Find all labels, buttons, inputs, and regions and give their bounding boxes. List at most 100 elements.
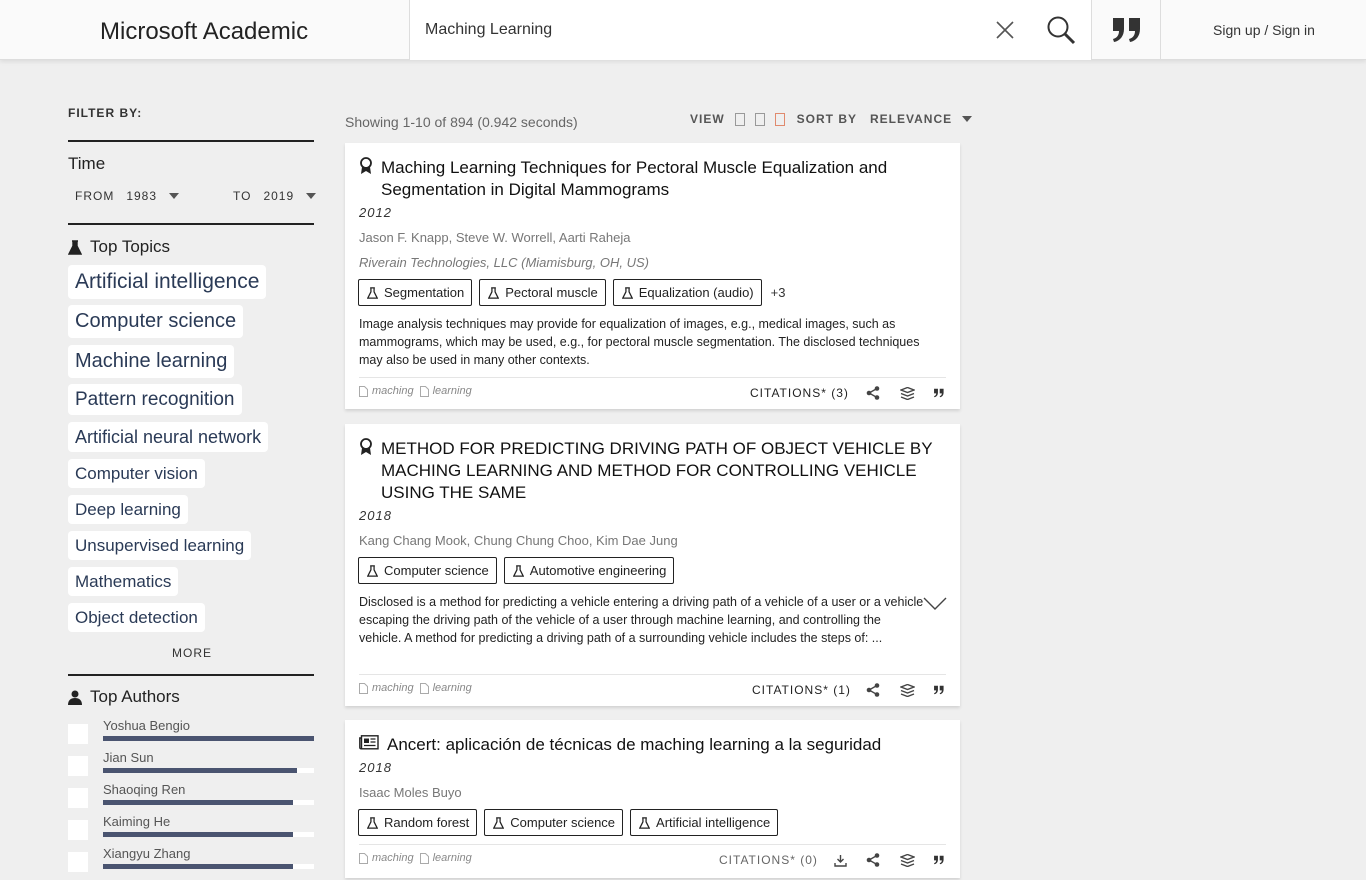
flask-icon bbox=[488, 286, 500, 299]
topic-tag[interactable]: Automotive engineering bbox=[503, 557, 675, 584]
author-filter-item[interactable]: Shaoqing Ren bbox=[68, 782, 314, 812]
citations-link[interactable]: CITATIONS* (1) bbox=[752, 683, 851, 697]
paper-title-row[interactable]: Ancert: aplicación de técnicas de machin… bbox=[359, 734, 939, 756]
topic-item[interactable]: Unsupervised learning bbox=[68, 531, 252, 560]
flask-icon bbox=[367, 286, 378, 299]
view-label: VIEW bbox=[690, 112, 725, 126]
to-label: TO bbox=[233, 189, 252, 203]
author-checkbox[interactable] bbox=[68, 724, 88, 744]
paper-title: METHOD FOR PREDICTING DRIVING PATH OF OB… bbox=[381, 439, 933, 502]
from-value: 1983 bbox=[126, 189, 158, 203]
author-bar bbox=[103, 800, 314, 805]
tag-label: Computer science bbox=[384, 563, 489, 578]
citations-link[interactable]: CITATIONS* (3) bbox=[750, 386, 849, 400]
author-checkbox[interactable] bbox=[68, 852, 88, 872]
to-year-select[interactable]: TO 2019 bbox=[233, 189, 317, 203]
keyword[interactable]: learning bbox=[419, 852, 472, 864]
sort-select[interactable]: RELEVANCE bbox=[870, 112, 973, 126]
quote-icon[interactable] bbox=[1093, 0, 1161, 60]
search-input[interactable] bbox=[425, 18, 965, 42]
sign-in-link[interactable]: Sign up / Sign in bbox=[1213, 22, 1315, 38]
share-icon[interactable] bbox=[864, 384, 882, 402]
topic-item[interactable]: Deep learning bbox=[68, 495, 188, 524]
author-name: Xiangyu Zhang bbox=[103, 846, 191, 861]
divider bbox=[68, 140, 314, 142]
paper-year: 2018 bbox=[359, 508, 392, 523]
quote-icon[interactable] bbox=[930, 384, 948, 402]
topic-item[interactable]: Pattern recognition bbox=[68, 384, 242, 415]
paper-authors[interactable]: Kang Chang Mook, Chung Chung Choo, Kim D… bbox=[359, 533, 678, 548]
topic-item[interactable]: Machine learning bbox=[68, 345, 235, 378]
library-icon[interactable] bbox=[898, 681, 916, 699]
citations-link[interactable]: CITATIONS* (0) bbox=[719, 853, 818, 867]
paper-affiliation[interactable]: Riverain Technologies, LLC (Miamisburg, … bbox=[359, 255, 649, 270]
filter-label: FILTER BY: bbox=[68, 106, 143, 120]
keyword[interactable]: maching bbox=[359, 852, 414, 864]
view-compact-icon[interactable] bbox=[734, 112, 745, 126]
keyword[interactable]: learning bbox=[419, 385, 472, 397]
top-topics-title: Top Topics bbox=[90, 237, 171, 256]
paper-year: 2018 bbox=[359, 760, 392, 775]
topic-tag[interactable]: Artificial intelligence bbox=[630, 809, 779, 836]
more-tags[interactable]: +3 bbox=[771, 285, 786, 300]
quote-icon[interactable] bbox=[930, 681, 948, 699]
more-topics-button[interactable]: MORE bbox=[172, 646, 212, 660]
topic-tag[interactable]: Computer science bbox=[358, 557, 497, 584]
topic-item[interactable]: Mathematics bbox=[68, 567, 179, 596]
share-icon[interactable] bbox=[864, 681, 882, 699]
topic-item[interactable]: Object detection bbox=[68, 603, 205, 632]
paper-authors[interactable]: Jason F. Knapp, Steve W. Worrell, Aarti … bbox=[359, 230, 630, 245]
author-checkbox[interactable] bbox=[68, 756, 88, 776]
paper-card: METHOD FOR PREDICTING DRIVING PATH OF OB… bbox=[345, 424, 960, 706]
author-checkbox[interactable] bbox=[68, 788, 88, 808]
sort-value: RELEVANCE bbox=[870, 112, 953, 126]
topic-item[interactable]: Artificial intelligence bbox=[68, 265, 267, 299]
close-icon[interactable] bbox=[993, 18, 1017, 42]
paper-authors[interactable]: Isaac Moles Buyo bbox=[359, 785, 462, 800]
tag-list: Segmentation Pectoral muscle Equalizatio… bbox=[358, 279, 785, 306]
topic-tag[interactable]: Equalization (audio) bbox=[612, 279, 762, 306]
paper-year: 2012 bbox=[359, 205, 392, 220]
chevron-down-icon[interactable] bbox=[923, 597, 947, 616]
view-detail-icon[interactable] bbox=[774, 112, 785, 126]
download-icon[interactable] bbox=[831, 851, 849, 869]
flask-icon bbox=[639, 816, 651, 829]
topic-tag[interactable]: Random forest bbox=[358, 809, 478, 836]
author-bar-fill bbox=[103, 736, 314, 741]
time-title: Time bbox=[68, 154, 106, 173]
topic-item[interactable]: Computer science bbox=[68, 305, 244, 338]
view-list-icon[interactable] bbox=[754, 112, 765, 126]
chevron-down-icon bbox=[169, 193, 180, 199]
tag-label: Artificial intelligence bbox=[656, 815, 771, 830]
author-filter-item[interactable]: Kaiming He bbox=[68, 814, 314, 844]
topic-tag[interactable]: Pectoral muscle bbox=[479, 279, 606, 306]
paper-title-row[interactable]: METHOD FOR PREDICTING DRIVING PATH OF OB… bbox=[359, 438, 939, 504]
author-filter-item[interactable]: Xiangyu Zhang bbox=[68, 846, 314, 876]
tag-label: Segmentation bbox=[384, 285, 465, 300]
from-year-select[interactable]: FROM 1983 bbox=[75, 189, 180, 203]
logo[interactable]: Microsoft Academic bbox=[100, 18, 308, 46]
document-icon bbox=[359, 682, 368, 694]
document-icon bbox=[359, 852, 368, 864]
topic-item[interactable]: Artificial neural network bbox=[68, 422, 269, 452]
library-icon[interactable] bbox=[898, 851, 916, 869]
document-icon bbox=[359, 385, 368, 397]
keyword[interactable]: learning bbox=[419, 682, 472, 694]
author-name: Jian Sun bbox=[103, 750, 154, 765]
author-bar-fill bbox=[103, 832, 293, 837]
topic-tag[interactable]: Computer science bbox=[484, 809, 624, 836]
paper-title-row[interactable]: Maching Learning Techniques for Pectoral… bbox=[359, 157, 939, 201]
flask-icon bbox=[512, 564, 524, 577]
library-icon[interactable] bbox=[898, 384, 916, 402]
user-icon bbox=[68, 690, 82, 705]
search-icon[interactable] bbox=[1045, 14, 1077, 46]
topic-tag[interactable]: Segmentation bbox=[358, 279, 473, 306]
author-filter-item[interactable]: Jian Sun bbox=[68, 750, 314, 780]
keyword[interactable]: maching bbox=[359, 385, 414, 397]
topic-item[interactable]: Computer vision bbox=[68, 459, 205, 488]
share-icon[interactable] bbox=[864, 851, 882, 869]
quote-icon[interactable] bbox=[930, 851, 948, 869]
author-filter-item[interactable]: Yoshua Bengio bbox=[68, 718, 314, 748]
keyword[interactable]: maching bbox=[359, 682, 414, 694]
author-checkbox[interactable] bbox=[68, 820, 88, 840]
